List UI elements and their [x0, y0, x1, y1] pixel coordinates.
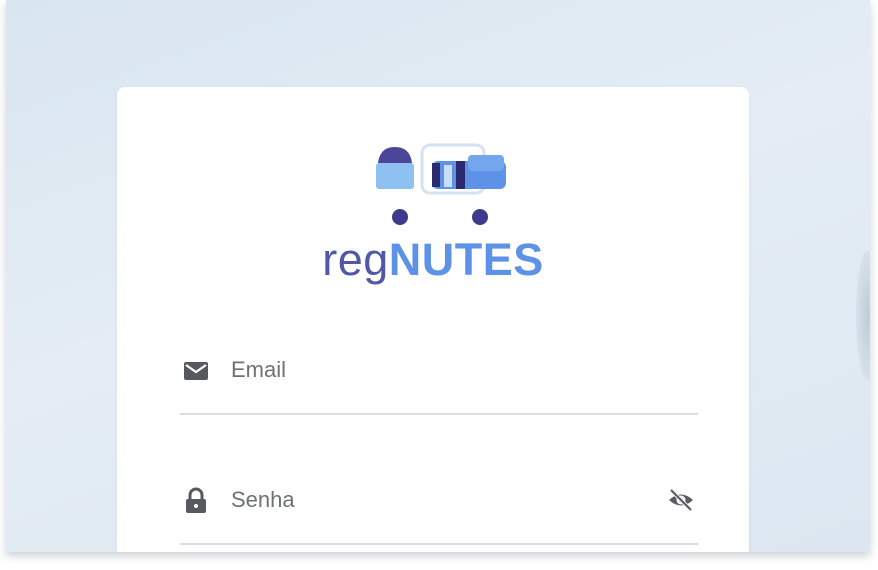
login-card: regNUTES — [117, 87, 749, 552]
mail-icon — [184, 362, 208, 380]
lock-icon — [186, 487, 206, 513]
brand-prefix: reg — [322, 234, 389, 285]
password-field — [180, 475, 698, 545]
email-input[interactable] — [231, 351, 631, 389]
email-underline — [180, 413, 698, 415]
brand-wordmark: regNUTES — [117, 237, 749, 282]
app-background: regNUTES — [6, 0, 870, 552]
password-underline — [180, 543, 698, 545]
background-shadow — [856, 250, 870, 380]
regnutes-logo-icon — [376, 143, 506, 225]
brand-name: NUTES — [388, 234, 544, 285]
password-input[interactable] — [231, 481, 631, 519]
email-field — [180, 345, 698, 415]
eye-off-icon[interactable] — [664, 483, 698, 517]
